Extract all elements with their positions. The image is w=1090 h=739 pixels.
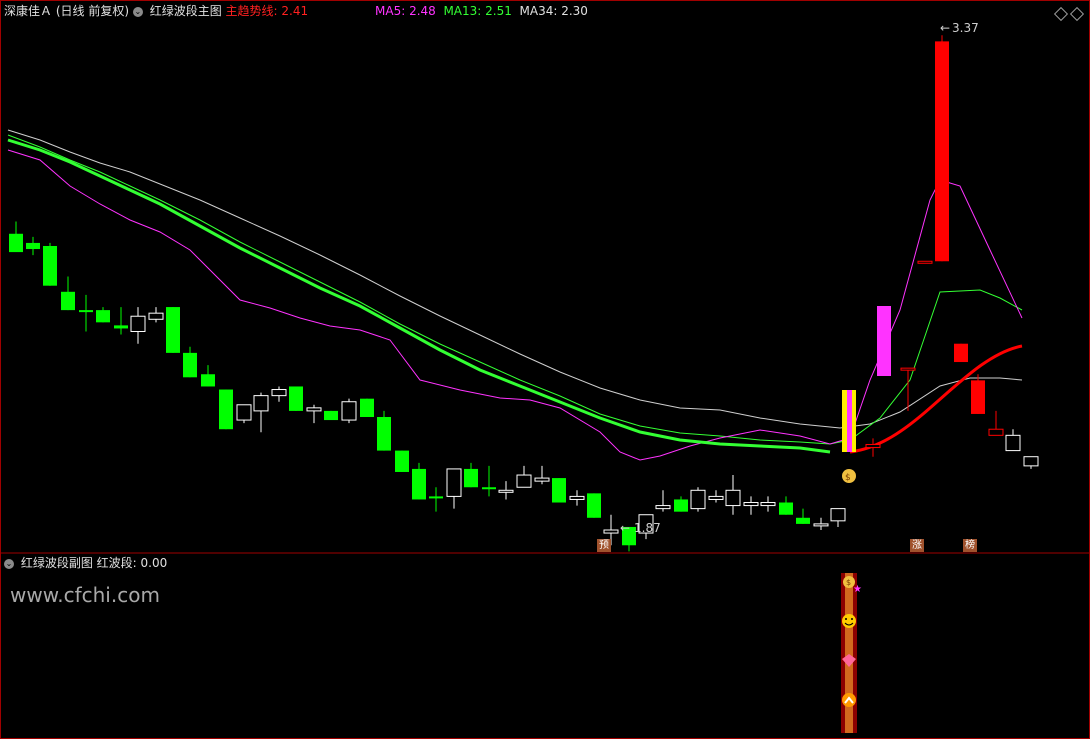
candle-body (412, 468, 426, 500)
candle-body (61, 291, 75, 311)
candle-body (166, 307, 180, 353)
ma34-label: MA34: (519, 4, 558, 18)
candle-body (516, 474, 532, 488)
ma5-label: MA5: (375, 4, 406, 18)
stock-name: 深康佳Ａ (4, 4, 53, 18)
candle-body (446, 468, 462, 497)
candle-body (865, 443, 881, 449)
sub-indicator-name[interactable]: 红绿波段副图 (21, 556, 93, 570)
candle-body (9, 233, 23, 253)
candle-body (482, 487, 496, 490)
money-bag-icon: $ (842, 469, 856, 483)
star-icon: ★ (853, 584, 862, 595)
candle-body (1023, 456, 1039, 467)
signal-bar-magenta (847, 390, 852, 452)
candle-body (341, 401, 357, 421)
candle-body (96, 310, 110, 323)
smiley-icon (842, 614, 856, 628)
sub-label: 红波段: (96, 556, 137, 570)
candle-body (690, 489, 706, 510)
candle-body (464, 468, 478, 488)
candle-body (1005, 434, 1021, 452)
candle-body (760, 502, 776, 507)
candle-body (43, 245, 57, 286)
marker-bang: 榜 (963, 539, 977, 552)
candle-body (377, 417, 391, 451)
ma13-label: MA13: (443, 4, 482, 18)
trend-line-red (849, 344, 1023, 454)
candle-body (289, 386, 303, 411)
sub-value: 0.00 (140, 556, 168, 570)
sub-signal-inner (845, 573, 853, 733)
ma5-line (7, 149, 1023, 461)
chevron-down-icon[interactable]: ⌄ (132, 6, 143, 17)
high-annotation: ← (940, 21, 950, 35)
candle-body (569, 495, 585, 500)
candle-body (971, 380, 985, 414)
up-chevron-icon (842, 693, 856, 707)
candle-body (534, 477, 550, 482)
signal-bar-magenta-right (877, 306, 891, 376)
watermark: www.cfchi.com (10, 583, 160, 607)
candle-body (183, 352, 197, 378)
candle-body (26, 242, 40, 250)
candle-body (655, 505, 671, 510)
candle-body (935, 41, 949, 262)
candle-body (552, 478, 566, 503)
sub-chevron-down-icon[interactable]: ⌄ (4, 558, 14, 569)
indicator-name[interactable]: 红绿波段主图 (150, 4, 222, 18)
candle-body (725, 489, 741, 507)
candle-body (917, 260, 933, 264)
candle-body (271, 389, 287, 397)
ma34-value: 2.30 (561, 4, 588, 18)
svg-text:$: $ (846, 578, 851, 587)
candle-body (779, 502, 793, 515)
candle-body (253, 395, 269, 412)
kline-chart[interactable]: ← 3.37 ← 1.87 $ $ ★ (0, 0, 1090, 739)
candle-body (114, 325, 128, 329)
candle-body (219, 389, 233, 430)
candle-body (603, 529, 619, 534)
candle-body (79, 310, 93, 313)
candle-body (988, 428, 1004, 436)
candle-body (900, 367, 916, 371)
candle-body (796, 517, 810, 524)
trend-label: 主趋势线: (225, 4, 278, 18)
candle-body (498, 489, 514, 493)
ma5-value: 2.48 (409, 4, 436, 18)
candle-body (813, 523, 829, 527)
low-annotation: ← (620, 521, 630, 535)
candle-body (130, 315, 146, 332)
main-chart-frame (0, 0, 1090, 739)
candle-body (743, 502, 759, 507)
low-value: 1.87 (634, 521, 661, 535)
candle-body (236, 404, 252, 421)
candle-body (587, 493, 601, 518)
ma13-value: 2.51 (485, 4, 512, 18)
candle-body (324, 410, 338, 421)
marker-zhang: 涨 (910, 539, 924, 552)
candle-body (306, 407, 322, 412)
candle-body (201, 374, 215, 387)
candle-body (395, 450, 409, 472)
candle-body (708, 495, 724, 500)
candle-body (954, 343, 968, 363)
trend-value: 2.41 (281, 4, 309, 18)
candle-body (148, 312, 164, 320)
candle-body (830, 508, 846, 522)
period-label: (日线 前复权) (55, 4, 130, 18)
candle-body (674, 499, 688, 512)
marker-yu: 预 (597, 539, 611, 552)
ma13-line (7, 134, 1023, 445)
svg-text:$: $ (845, 473, 851, 483)
candle-body (429, 496, 443, 499)
high-value: 3.37 (952, 21, 979, 35)
candle-body (360, 398, 374, 418)
